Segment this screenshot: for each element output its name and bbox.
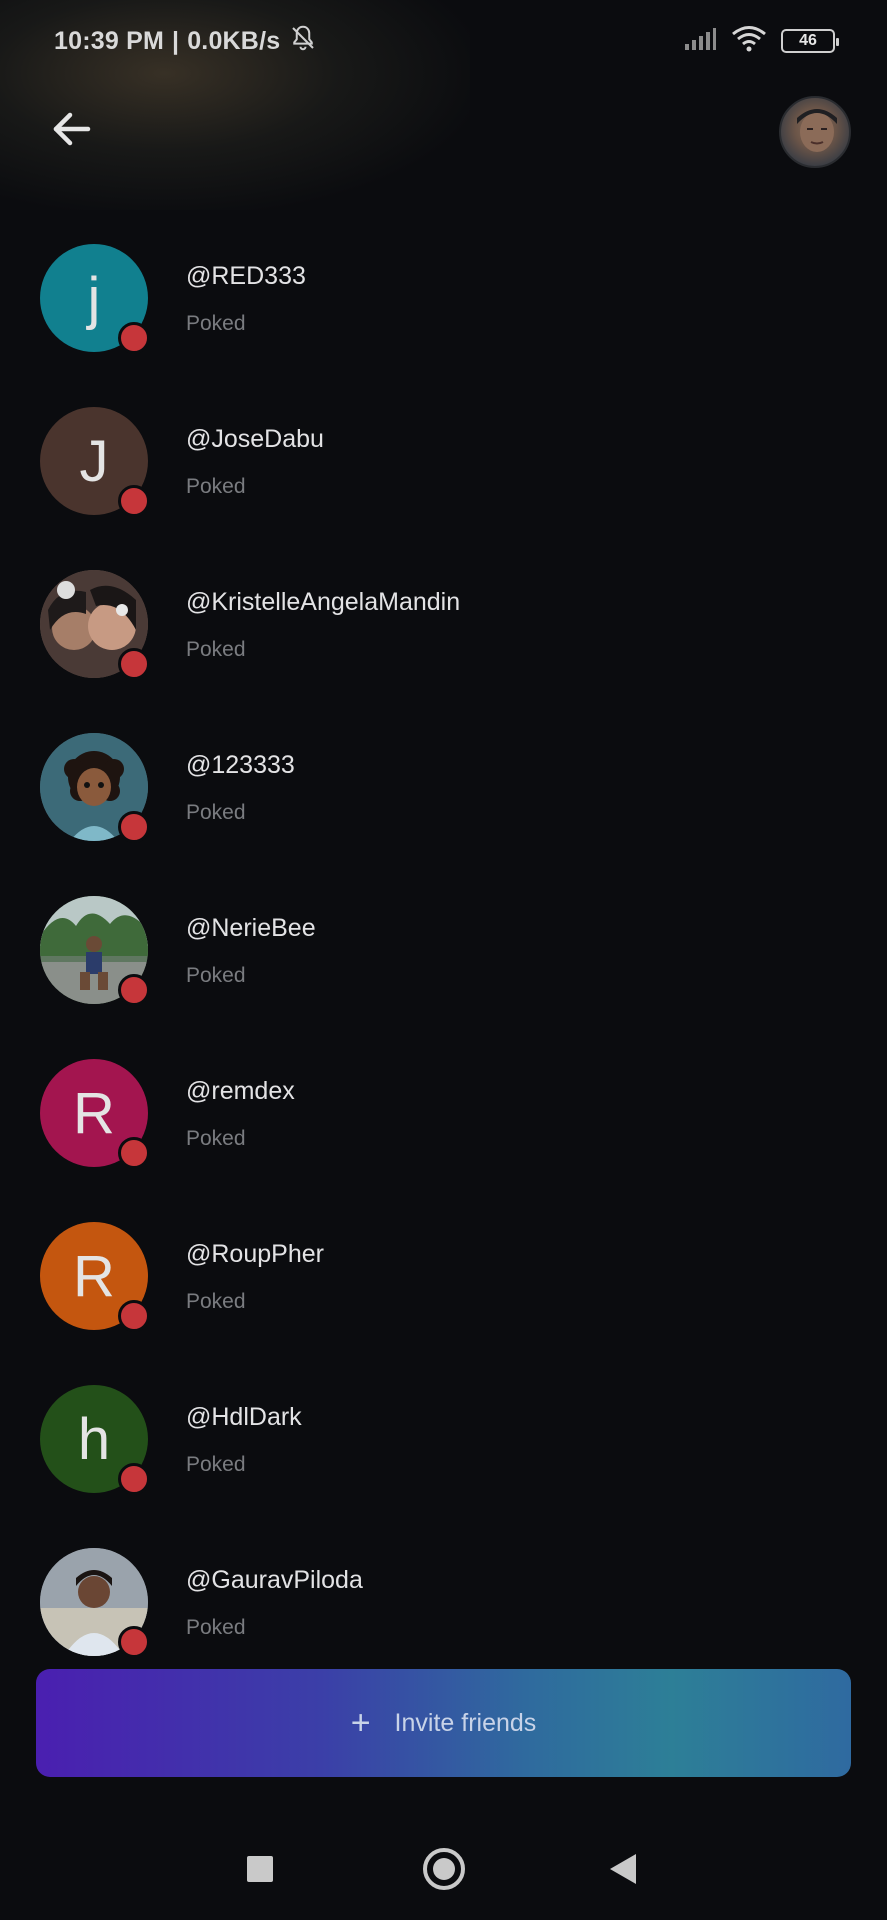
friend-list-item[interactable]: J @JoseDabu Poked [0,395,887,558]
status-separator: | [172,26,180,55]
friend-status: Poked [186,475,246,498]
screen: 10:39 PM | 0.0KB/s 46 j @RED333 Poked J … [0,0,887,1920]
avatar-initial: J [79,428,109,494]
status-dot [118,811,150,843]
friend-username[interactable]: @GauravPiloda [186,1566,363,1595]
friend-status: Poked [186,1127,246,1150]
triangle-back-icon[interactable] [610,1854,636,1884]
friend-username[interactable]: @KristelleAngelaMandin [186,588,460,617]
status-dot [118,1300,150,1332]
avatar-initial: R [73,1080,115,1146]
status-right: 46 [683,25,839,58]
avatar-initial: h [77,1406,111,1472]
friend-username[interactable]: @RED333 [186,262,306,291]
status-dot [118,974,150,1006]
invite-friends-button[interactable]: + Invite friends [36,1669,851,1777]
friend-list-item[interactable]: j @RED333 Poked [0,232,887,395]
status-dot [118,485,150,517]
friend-username[interactable]: @JoseDabu [186,425,324,454]
friend-status: Poked [186,1290,246,1313]
battery-level: 46 [799,32,817,49]
friend-username[interactable]: @HdlDark [186,1403,302,1432]
friend-username[interactable]: @RoupPher [186,1240,324,1269]
circle-home-icon[interactable] [423,1848,465,1890]
status-dot [118,1626,150,1658]
friend-list-item[interactable]: h @HdlDark Poked [0,1373,887,1536]
avatar-initial: j [87,265,101,331]
mute-bell-icon [288,23,318,60]
plus-icon: + [350,1704,371,1742]
friend-status: Poked [186,964,246,987]
friend-list-item[interactable]: @123333 Poked [0,721,887,884]
avatar-initial: R [73,1243,115,1309]
status-dot [118,648,150,680]
friend-list-item[interactable]: R @RoupPher Poked [0,1210,887,1373]
square-recents-icon[interactable] [247,1856,273,1882]
navigation-bar [0,1820,887,1920]
friend-status: Poked [186,1453,246,1476]
friend-list: j @RED333 Poked J @JoseDabu Poked @KristelleAn… [0,232,887,1699]
friend-username[interactable]: @remdex [186,1077,295,1106]
status-dot [118,1463,150,1495]
status-dot [118,1137,150,1169]
battery-icon: 46 [781,29,839,53]
friend-status: Poked [186,1616,246,1639]
friend-list-item[interactable]: @KristelleAngelaMandin Poked [0,558,887,721]
friend-list-item[interactable]: @NerieBee Poked [0,884,887,1047]
friend-username[interactable]: @NerieBee [186,914,316,943]
profile-avatar[interactable] [779,96,851,168]
friend-list-item[interactable]: R @remdex Poked [0,1047,887,1210]
wifi-icon [731,25,767,58]
friend-status: Poked [186,638,246,661]
friend-status: Poked [186,312,246,335]
network-speed: 0.0KB/s [187,26,281,55]
signal-icon [683,26,717,57]
status-bar: 10:39 PM | 0.0KB/s 46 [0,0,887,82]
back-button[interactable] [46,104,96,154]
status-time: 10:39 PM [54,26,164,55]
status-left: 10:39 PM | 0.0KB/s [54,23,318,60]
arrow-left-icon [53,112,91,146]
profile-photo-icon [797,109,837,152]
friend-username[interactable]: @123333 [186,751,295,780]
invite-friends-label: Invite friends [394,1708,537,1737]
status-dot [118,322,150,354]
friend-status: Poked [186,801,246,824]
app-header [0,92,887,172]
